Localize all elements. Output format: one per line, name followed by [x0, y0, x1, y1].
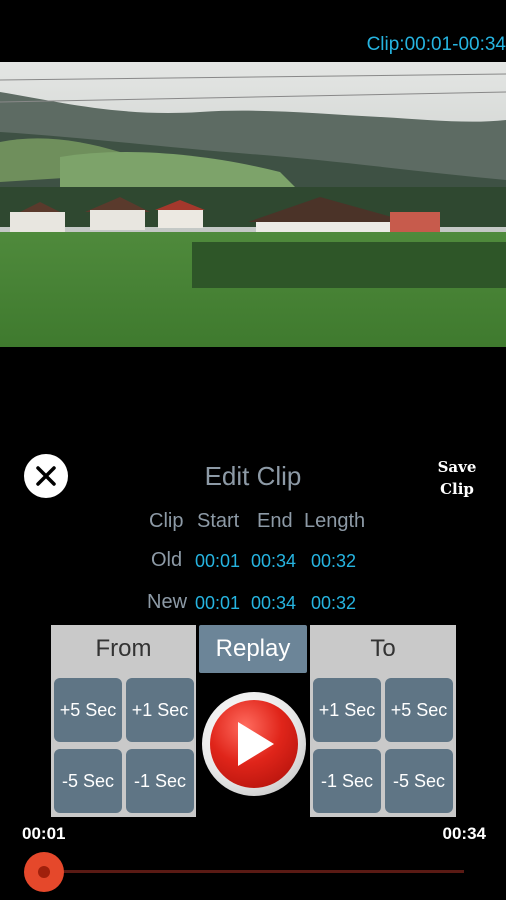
seek-end-time: 00:34: [442, 824, 486, 843]
old-start: 00:01: [195, 551, 241, 571]
to-minus-5-button[interactable]: -5 Sec: [385, 749, 453, 813]
video-frame: [0, 62, 506, 347]
video-preview[interactable]: [0, 62, 506, 347]
new-end: 00:34: [251, 593, 297, 613]
play-icon: [238, 722, 274, 766]
seek-thumb[interactable]: [24, 852, 64, 892]
play-button-face: [210, 700, 298, 788]
header-start: Start: [197, 510, 240, 532]
header-end: End: [257, 510, 293, 532]
seek-thumb-core: [38, 866, 50, 878]
to-plus-1-button[interactable]: +1 Sec: [313, 678, 381, 742]
header-length: Length: [304, 510, 366, 532]
header-clip: Clip: [149, 510, 184, 532]
save-clip-label-line1: Save: [437, 458, 477, 476]
save-clip-button[interactable]: Save Clip: [424, 456, 490, 500]
old-end: 00:34: [251, 551, 297, 571]
to-minus-1-button[interactable]: -1 Sec: [313, 749, 381, 813]
old-label: Old: [151, 549, 183, 571]
save-clip-label-line2: Clip: [440, 480, 474, 498]
from-plus-1-button[interactable]: +1 Sec: [126, 678, 194, 742]
from-minus-1-button[interactable]: -1 Sec: [126, 749, 194, 813]
replay-button[interactable]: Replay: [199, 625, 307, 673]
new-length: 00:32: [311, 593, 357, 613]
to-header: To: [310, 625, 456, 673]
from-header: From: [51, 625, 196, 673]
seek-start-time: 00:01: [22, 824, 66, 843]
play-button[interactable]: [202, 692, 306, 796]
new-label: New: [147, 591, 188, 613]
from-plus-5-button[interactable]: +5 Sec: [54, 678, 122, 742]
new-start: 00:01: [195, 593, 241, 613]
old-length: 00:32: [311, 551, 357, 571]
seek-bar[interactable]: [44, 870, 464, 873]
clip-range-label: Clip:00:01-00:34: [366, 34, 506, 55]
from-minus-5-button[interactable]: -5 Sec: [54, 749, 122, 813]
to-plus-5-button[interactable]: +5 Sec: [385, 678, 453, 742]
